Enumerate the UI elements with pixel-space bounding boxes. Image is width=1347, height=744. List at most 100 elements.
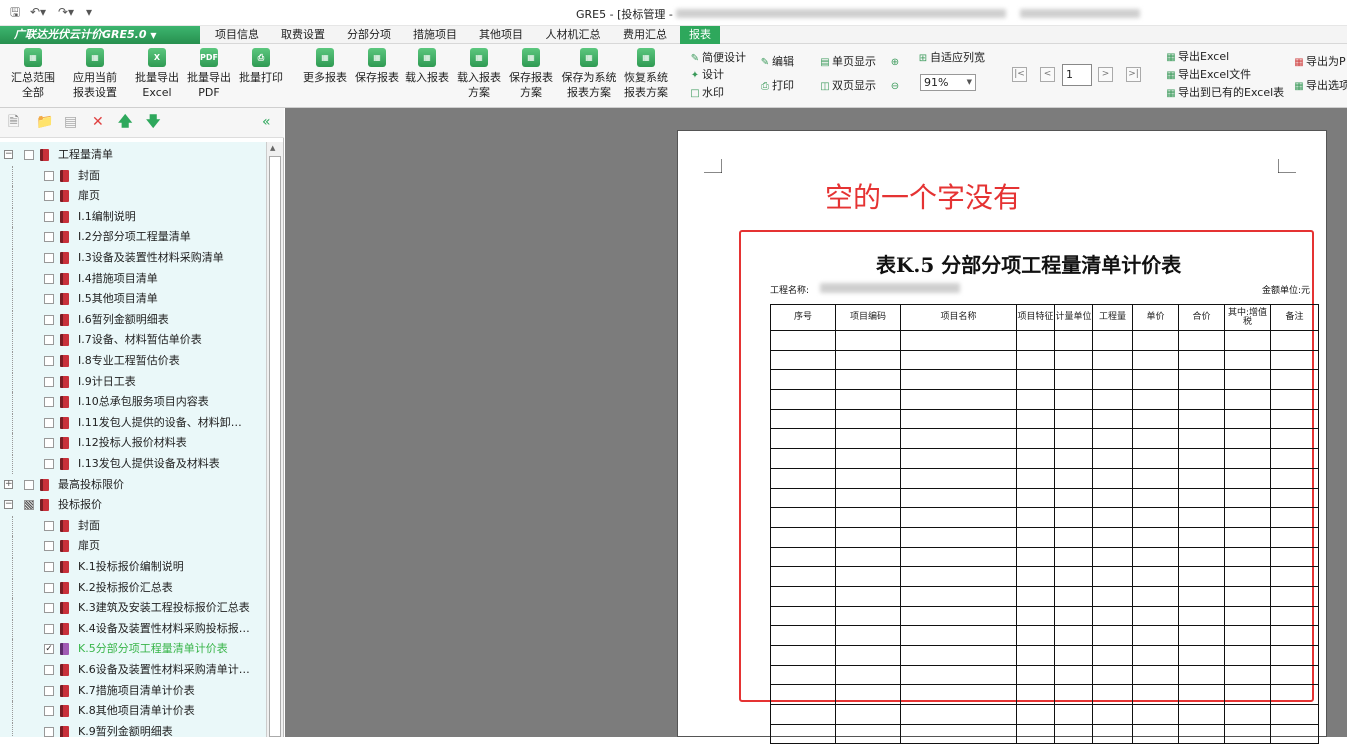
tree-checkbox[interactable]: [44, 314, 54, 325]
tree-checkbox[interactable]: [44, 520, 54, 531]
tree-item[interactable]: 封面: [0, 515, 266, 536]
zoom-in-icon[interactable]: ⊕: [888, 55, 902, 70]
tree-item[interactable]: I.6暂列金额明细表: [0, 309, 266, 330]
collapse-icon[interactable]: −: [4, 150, 13, 159]
tree-checkbox[interactable]: [44, 211, 54, 222]
fit-width-button[interactable]: ⊞ 自适应列宽: [916, 51, 985, 66]
tree-item[interactable]: I.5其他项目清单: [0, 289, 266, 310]
tree-item[interactable]: 扉页: [0, 536, 266, 557]
tree-item[interactable]: I.13发包人提供设备及材料表: [0, 454, 266, 474]
tree-scrollbar[interactable]: ▲: [266, 142, 283, 737]
tab-sub-items[interactable]: 分部分项: [338, 26, 400, 44]
last-page-button[interactable]: >|: [1126, 67, 1141, 82]
tree-item[interactable]: I.7设备、材料暂估单价表: [0, 330, 266, 351]
export-pdf-button[interactable]: ▦ 导出为P: [1292, 55, 1345, 70]
tree-item[interactable]: K.4设备及装置性材料采购投标报…: [0, 618, 266, 639]
tree-checkbox[interactable]: [44, 603, 54, 614]
load-report-button[interactable]: ▦ 载入报表: [404, 48, 450, 85]
tab-project-info[interactable]: 项目信息: [206, 26, 268, 44]
tree-checkbox[interactable]: [44, 417, 54, 428]
tree-item[interactable]: 封面: [0, 165, 266, 186]
design-button[interactable]: ✦ 设计: [688, 68, 724, 83]
move-up-icon[interactable]: 🡅: [118, 114, 132, 130]
tree-checkbox[interactable]: [44, 376, 54, 387]
first-page-button[interactable]: |<: [1012, 67, 1027, 82]
tree-item[interactable]: K.2投标报价汇总表: [0, 577, 266, 598]
collapse-icon[interactable]: −: [4, 500, 13, 510]
tree-checkbox[interactable]: [44, 623, 54, 634]
restore-system-scheme-button[interactable]: ▦ 恢复系统 报表方案: [622, 48, 670, 100]
tree-group[interactable]: − 投标报价: [0, 495, 266, 515]
prev-page-button[interactable]: <: [1040, 67, 1055, 82]
tree-item[interactable]: K.7措施项目清单计价表: [0, 680, 266, 701]
export-existing-excel-button[interactable]: ▦ 导出到已有的Excel表: [1164, 86, 1284, 101]
tree-checkbox[interactable]: [44, 665, 54, 675]
tree-checkbox[interactable]: [44, 253, 54, 263]
export-excel-button[interactable]: ▦ 导出Excel: [1164, 50, 1229, 65]
scroll-up-icon[interactable]: ▲: [270, 144, 275, 152]
zoom-out-icon[interactable]: ⊖: [888, 79, 902, 94]
tree-item[interactable]: K.3建筑及安装工程投标报价汇总表: [0, 598, 266, 619]
tree-checkbox[interactable]: ✓: [44, 644, 54, 655]
tree-item[interactable]: I.1编制说明: [0, 206, 266, 227]
tree-checkbox[interactable]: [44, 582, 54, 593]
batch-export-excel-button[interactable]: X 批量导出 Excel: [134, 48, 180, 100]
simple-design-button[interactable]: ✎ 简便设计: [688, 51, 746, 66]
tree-checkbox[interactable]: [44, 706, 54, 717]
expand-icon[interactable]: +: [4, 479, 13, 489]
tree-checkbox[interactable]: [44, 726, 54, 737]
tab-other-items[interactable]: 其他项目: [470, 26, 532, 44]
app-name-dropdown[interactable]: 广联达光伏云计价GRE5.0 ▼: [0, 26, 200, 44]
tree-checkbox[interactable]: [44, 397, 54, 408]
batch-print-button[interactable]: ⎙ 批量打印: [238, 48, 284, 85]
watermark-button[interactable]: □ 水印: [688, 86, 724, 101]
tree-item[interactable]: K.6设备及装置性材料采购清单计…: [0, 660, 266, 680]
tree-item[interactable]: I.11发包人提供的设备、材料卸…: [0, 412, 266, 433]
next-page-button[interactable]: >: [1098, 67, 1113, 82]
collapse-panel-icon[interactable]: «: [262, 114, 271, 130]
undo-icon[interactable]: ↶▾: [30, 5, 46, 19]
load-scheme-button[interactable]: ▦ 载入报表 方案: [456, 48, 502, 100]
tree-checkbox[interactable]: [44, 438, 54, 449]
tree-item[interactable]: I.4措施项目清单: [0, 268, 266, 289]
tree-item[interactable]: K.1投标报价编制说明: [0, 557, 266, 577]
save-scheme-button[interactable]: ▦ 保存报表 方案: [508, 48, 554, 100]
scrollbar-thumb[interactable]: [269, 156, 281, 737]
tree-checkbox[interactable]: [44, 294, 54, 305]
batch-export-pdf-button[interactable]: PDF 批量导出 PDF: [186, 48, 232, 100]
tree-item[interactable]: I.10总承包服务项目内容表: [0, 392, 266, 413]
tree-checkbox[interactable]: [24, 150, 34, 160]
apply-settings-button[interactable]: ▦ 应用当前 报表设置: [70, 48, 120, 100]
tree-item[interactable]: I.12投标人报价材料表: [0, 433, 266, 454]
tab-fee-settings[interactable]: 取费设置: [272, 26, 334, 44]
save-report-button[interactable]: ▦ 保存报表: [354, 48, 400, 85]
tab-measures[interactable]: 措施项目: [404, 26, 466, 44]
tree-item[interactable]: 扉页: [0, 186, 266, 207]
tree-checkbox[interactable]: [24, 479, 34, 490]
tree-checkbox[interactable]: [44, 562, 54, 572]
print-button[interactable]: ⎙ 打印: [758, 79, 794, 94]
tree-checkbox[interactable]: [44, 459, 54, 469]
tree-checkbox[interactable]: [24, 500, 34, 511]
tree-checkbox[interactable]: [44, 170, 54, 181]
tree-checkbox[interactable]: [44, 356, 54, 366]
tree-checkbox[interactable]: [44, 541, 54, 552]
tree-group[interactable]: − 工程量清单: [0, 145, 266, 165]
export-options-button[interactable]: ▦ 导出选项: [1292, 79, 1347, 94]
single-page-button[interactable]: ▤ 单页显示: [818, 55, 876, 70]
new-folder-icon[interactable]: 📁: [36, 114, 53, 130]
tree-checkbox[interactable]: [44, 335, 54, 346]
save-system-scheme-button[interactable]: ▦ 保存为系统 报表方案: [560, 48, 618, 100]
tree-item[interactable]: ✓ K.5分部分项工程量清单计价表: [0, 639, 266, 660]
save-icon[interactable]: 🖫: [10, 5, 20, 19]
double-page-button[interactable]: ◫ 双页显示: [818, 79, 876, 94]
more-reports-button[interactable]: ▦ 更多报表: [302, 48, 348, 85]
delete-icon[interactable]: ✕: [92, 114, 104, 130]
rename-icon[interactable]: ▤: [64, 114, 77, 130]
tree-checkbox[interactable]: [44, 232, 54, 243]
redo-icon[interactable]: ↷▾: [58, 5, 74, 19]
edit-button[interactable]: ✎ 编辑: [758, 55, 794, 70]
tree-checkbox[interactable]: [44, 685, 54, 696]
new-report-icon[interactable]: 🗎: [8, 114, 19, 130]
move-down-icon[interactable]: 🡇: [146, 114, 160, 130]
